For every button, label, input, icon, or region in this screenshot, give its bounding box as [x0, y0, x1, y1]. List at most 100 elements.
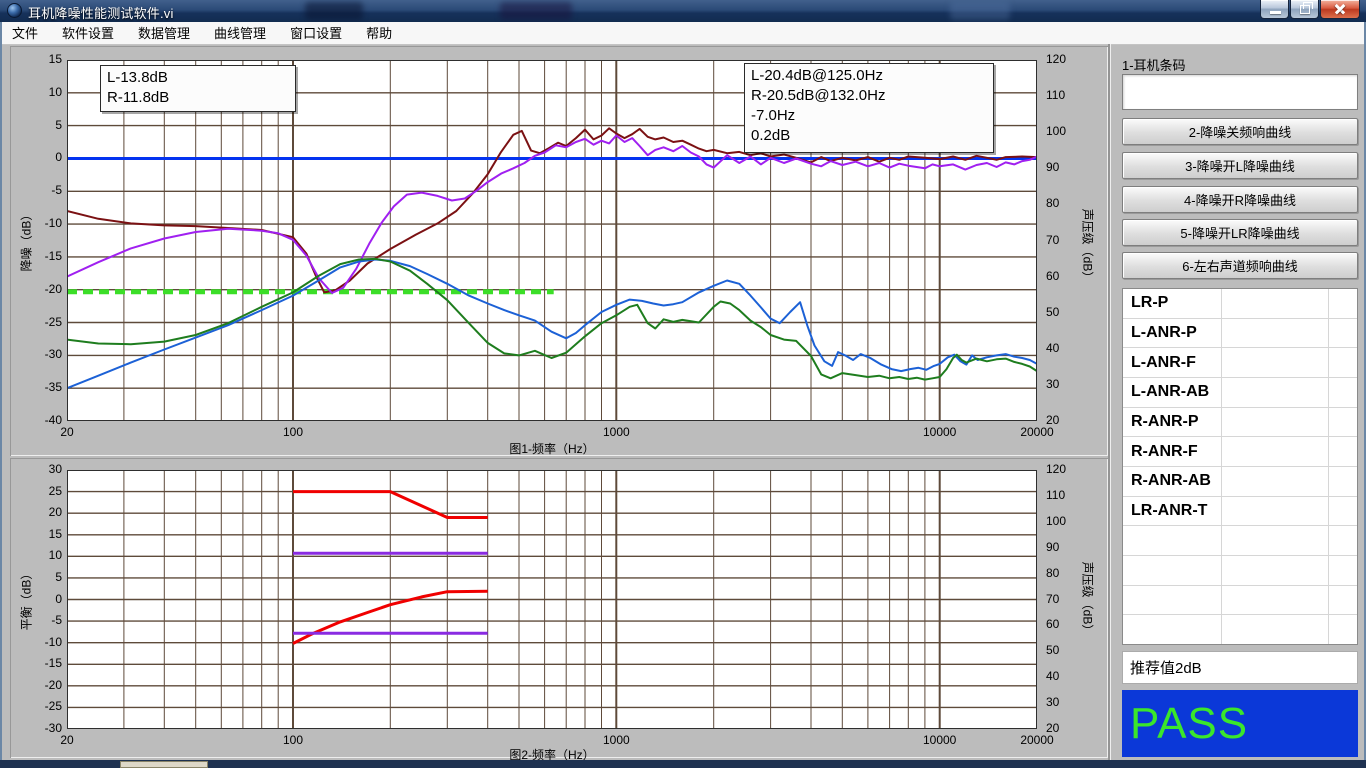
axis-tick-label: -40: [22, 413, 62, 427]
axis-tick-label: 20000: [1020, 733, 1053, 747]
menu-window-settings[interactable]: 窗口设置: [278, 23, 354, 44]
readout-line: R-20.5dB@132.0Hz: [751, 86, 987, 106]
list-item[interactable]: R-ANR-P: [1123, 408, 1357, 438]
list-item-label: [1123, 615, 1221, 644]
measure-anr-on-left-button[interactable]: 3-降噪开L降噪曲线: [1122, 152, 1358, 179]
list-item-value: [1221, 289, 1327, 318]
readout-line: L-20.4dB@125.0Hz: [751, 66, 987, 86]
restore-button[interactable]: [1290, 0, 1319, 19]
list-item-label: L-ANR-P: [1123, 319, 1221, 348]
chart2-y-axis-label: 平衡（dB）: [18, 568, 35, 631]
list-item-status: [1328, 319, 1357, 348]
axis-tick-label: 50: [1046, 305, 1059, 319]
window-icon: [7, 3, 22, 18]
list-item[interactable]: L-ANR-AB: [1123, 378, 1357, 408]
list-item[interactable]: [1123, 615, 1357, 644]
restore-icon: [1300, 5, 1310, 14]
list-item-value: [1221, 467, 1327, 496]
axis-tick-label: -25: [22, 315, 62, 329]
axis-tick-label: 70: [1046, 592, 1059, 606]
measure-anr-on-right-button[interactable]: 4-降噪开R降噪曲线: [1122, 186, 1358, 213]
list-item-label: R-ANR-P: [1123, 408, 1221, 437]
axis-tick-label: 20: [60, 733, 73, 747]
list-item[interactable]: LR-P: [1123, 289, 1357, 319]
list-item-label: [1123, 586, 1221, 615]
readout-line: L-13.8dB: [107, 68, 289, 88]
measure-lr-channel-button[interactable]: 6-左右声道频响曲线: [1122, 252, 1358, 279]
list-item-status: [1328, 408, 1357, 437]
axis-tick-label: 15: [22, 52, 62, 66]
axis-tick-label: 90: [1046, 540, 1059, 554]
list-item-label: [1123, 526, 1221, 555]
list-item[interactable]: R-ANR-F: [1123, 437, 1357, 467]
measure-anr-off-button[interactable]: 2-降噪关频响曲线: [1122, 118, 1358, 145]
panel-separator: [1108, 44, 1110, 760]
list-item[interactable]: [1123, 526, 1357, 556]
list-item-label: R-ANR-F: [1123, 437, 1221, 466]
readout-line: 0.2dB: [751, 126, 987, 146]
list-item-value: [1221, 408, 1327, 437]
list-item-label: [1123, 556, 1221, 585]
list-item-label: L-ANR-F: [1123, 348, 1221, 377]
minimize-button[interactable]: [1260, 0, 1289, 19]
axis-tick-label: 80: [1046, 566, 1059, 580]
list-item-value: [1221, 348, 1327, 377]
titlebar[interactable]: 耳机降噪性能测试软件.vi: [0, 0, 1366, 23]
axis-tick-label: 100: [1046, 514, 1066, 528]
list-item-value: [1221, 437, 1327, 466]
menu-curve-management[interactable]: 曲线管理: [202, 23, 278, 44]
chart1-x-axis-label: 图1-频率（Hz）: [509, 440, 594, 457]
axis-tick-label: 40: [1046, 341, 1059, 355]
list-item[interactable]: L-ANR-P: [1123, 319, 1357, 349]
axis-tick-label: 30: [22, 462, 62, 476]
list-item-value: [1221, 378, 1327, 407]
axis-tick-label: 80: [1046, 196, 1059, 210]
axis-tick-label: 30: [1046, 695, 1059, 709]
barcode-input[interactable]: [1122, 74, 1358, 110]
measure-anr-on-lr-button[interactable]: 5-降噪开LR降噪曲线: [1122, 219, 1358, 246]
axis-tick-label: 110: [1046, 88, 1065, 102]
axis-tick-label: 1000: [603, 733, 630, 747]
window-left-border: [0, 22, 2, 760]
pass-indicator: PASS: [1122, 690, 1358, 757]
caption-buttons: [1259, 0, 1360, 20]
axis-tick-label: -5: [22, 183, 62, 197]
titlebar-reflection: [500, 2, 572, 20]
axis-tick-label: -10: [22, 635, 62, 649]
axis-tick-label: 50: [1046, 643, 1059, 657]
list-item[interactable]: [1123, 586, 1357, 616]
readout-line: -7.0Hz: [751, 106, 987, 126]
list-item-status: [1328, 348, 1357, 377]
menu-file[interactable]: 文件: [0, 23, 50, 44]
list-item-label: R-ANR-AB: [1123, 467, 1221, 496]
axis-tick-label: 100: [283, 733, 303, 747]
list-item[interactable]: [1123, 556, 1357, 586]
list-item[interactable]: L-ANR-F: [1123, 348, 1357, 378]
close-button[interactable]: [1320, 0, 1360, 19]
list-item-status: [1328, 437, 1357, 466]
window-title: 耳机降噪性能测试软件.vi: [28, 3, 174, 22]
menu-software-settings[interactable]: 软件设置: [50, 23, 126, 44]
chart2-right-axis-label: 声压级（dB）: [1080, 562, 1097, 637]
application-window: 耳机降噪性能测试软件.vi 文件 软件设置 数据管理 曲线管理 窗口设置 帮助 …: [0, 0, 1366, 768]
list-item-status: [1328, 586, 1357, 615]
axis-tick-label: 100: [283, 425, 303, 439]
menu-help[interactable]: 帮助: [354, 23, 404, 44]
chart1-y-axis-label: 降噪（dB）: [18, 209, 35, 272]
titlebar-reflection: [305, 2, 363, 20]
list-item-status: [1328, 289, 1357, 318]
axis-tick-label: -30: [22, 347, 62, 361]
axis-tick-label: 20: [60, 425, 73, 439]
axis-tick-label: -20: [22, 678, 62, 692]
menu-data-management[interactable]: 数据管理: [126, 23, 202, 44]
list-item-label: LR-P: [1123, 289, 1221, 318]
menu-bar: 文件 软件设置 数据管理 曲线管理 窗口设置 帮助: [0, 22, 1366, 45]
chart2-balance: -30-25-20-15-10-5051015202530 2030405060…: [10, 458, 1108, 758]
axis-tick-label: 60: [1046, 269, 1059, 283]
list-item[interactable]: LR-ANR-T: [1123, 497, 1357, 527]
axis-tick-label: -15: [22, 656, 62, 670]
list-item-label: LR-ANR-T: [1123, 497, 1221, 526]
list-item[interactable]: R-ANR-AB: [1123, 467, 1357, 497]
list-item-status: [1328, 615, 1357, 644]
axis-tick-label: 30: [1046, 377, 1059, 391]
